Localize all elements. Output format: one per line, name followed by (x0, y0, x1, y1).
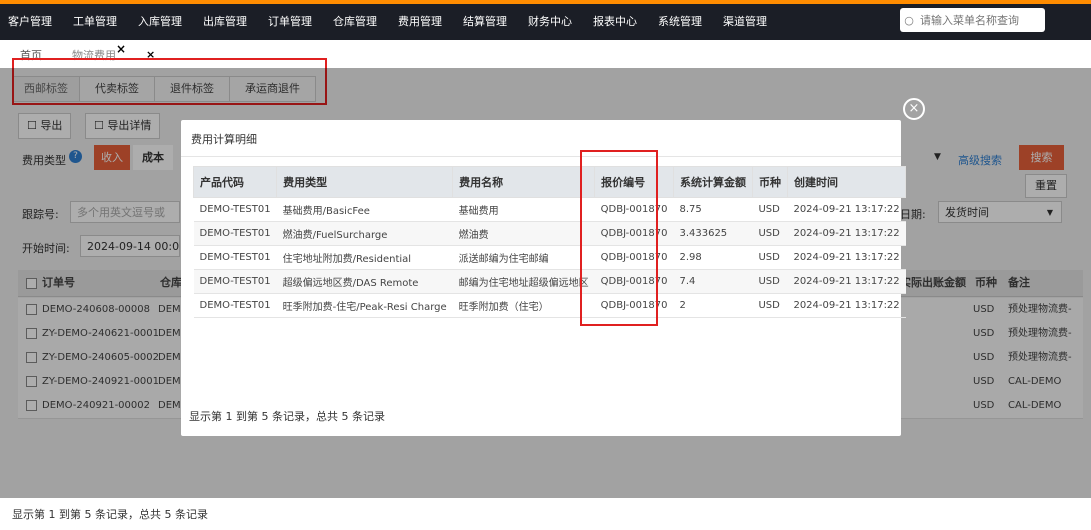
nav-item-reports[interactable]: 报表中心 (593, 13, 637, 29)
col-created-time: 创建时间 (786, 166, 907, 198)
modal-close-icon[interactable]: × (903, 98, 925, 120)
fee-detail-table: 产品代码 费用类型 费用名称 报价编号 系统计算金额 币种 创建时间 DEMO-… (192, 166, 907, 318)
main-menu: 客户管理 工单管理 入库管理 出库管理 订单管理 仓库管理 费用管理 结算管理 … (8, 8, 767, 34)
table-row[interactable]: DEMO-TEST01 基础费用/BasicFee 基础费用 QDBJ-001870 8… (193, 197, 906, 222)
col-fee-type: 费用类型 (276, 166, 454, 198)
nav-item-system[interactable]: 系统管理 (658, 13, 702, 29)
col-fee-name: 费用名称 (452, 166, 596, 198)
table-row[interactable]: DEMO-TEST01 住宅地址附加费/Residential 派送邮编为住宅邮编 Q… (193, 245, 906, 270)
fee-detail-modal: 费用计算明细 产品代码 费用类型 费用名称 报价编号 系统计算金额 币种 创建时… (181, 120, 907, 436)
table-row[interactable]: DEMO-TEST01 旺季附加费-住宅/Peak-Resi Charge 旺季附加… (193, 293, 906, 318)
modal-footer-summary: 显示第 1 到第 5 条记录，总共 5 条记录 (189, 410, 385, 423)
col-system-amount: 系统计算金额 (672, 166, 753, 198)
nav-item-inbound[interactable]: 入库管理 (138, 13, 182, 29)
page-footer-summary: 显示第 1 到第 5 条记录，总共 5 条记录 (12, 508, 208, 521)
highlight-box-quote-column (580, 150, 658, 326)
top-accent-strip (0, 0, 1091, 4)
col-currency: 币种 (751, 166, 788, 198)
menu-search-input[interactable] (918, 12, 1042, 28)
nav-item-channel[interactable]: 渠道管理 (723, 13, 767, 29)
nav-item-workorder[interactable]: 工单管理 (73, 13, 117, 29)
fee-detail-header-row: 产品代码 费用类型 费用名称 报价编号 系统计算金额 币种 创建时间 (192, 166, 907, 198)
table-row[interactable]: DEMO-TEST01 燃油费/FuelSurcharge 燃油费 QDBJ-0018… (193, 221, 906, 246)
top-nav-bar: 客户管理 工单管理 入库管理 出库管理 订单管理 仓库管理 费用管理 结算管理 … (0, 0, 1091, 40)
nav-item-finance[interactable]: 财务中心 (528, 13, 572, 29)
menu-search: ○ (900, 8, 1045, 32)
tab-close-icon[interactable]: × (116, 42, 126, 56)
nav-item-settlement[interactable]: 结算管理 (463, 13, 507, 29)
table-row[interactable]: DEMO-TEST01 超级偏远地区费/DAS Remote 邮编为住宅地址超级偏远… (193, 269, 906, 294)
nav-item-customer[interactable]: 客户管理 (8, 13, 52, 29)
search-icon: ○ (904, 13, 914, 27)
nav-item-warehouse[interactable]: 仓库管理 (333, 13, 377, 29)
col-product-code: 产品代码 (192, 166, 278, 198)
modal-divider (181, 156, 901, 157)
nav-item-fees[interactable]: 费用管理 (398, 13, 442, 29)
nav-item-orders[interactable]: 订单管理 (268, 13, 312, 29)
nav-item-outbound[interactable]: 出库管理 (203, 13, 247, 29)
modal-title: 费用计算明细 (191, 133, 257, 146)
